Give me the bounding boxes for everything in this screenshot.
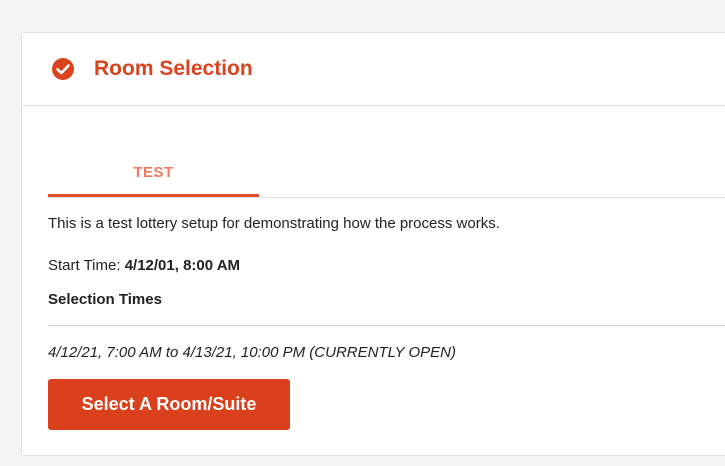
divider [48,325,725,326]
select-room-button[interactable]: Select A Room/Suite [48,379,290,430]
selection-time-range: 4/12/21, 7:00 AM to 4/13/21, 10:00 PM (C… [48,344,456,361]
selection-times-heading: Selection Times [48,291,162,308]
page-title: Room Selection [94,57,253,80]
tab-bar: TEST [48,150,725,198]
start-time-value: 4/12/01, 8:00 AM [124,257,241,274]
start-time-label: Start Time: [48,257,125,274]
card-header: Room Selection [22,33,725,106]
check-circle-icon [51,57,75,81]
lottery-description: This is a test lottery setup for demonst… [48,215,500,232]
tab-test[interactable]: TEST [48,150,259,197]
start-time: Start Time: 4/12/01, 8:00 AM [48,257,240,274]
room-selection-card: Room Selection TEST This is a test lotte… [21,32,725,456]
